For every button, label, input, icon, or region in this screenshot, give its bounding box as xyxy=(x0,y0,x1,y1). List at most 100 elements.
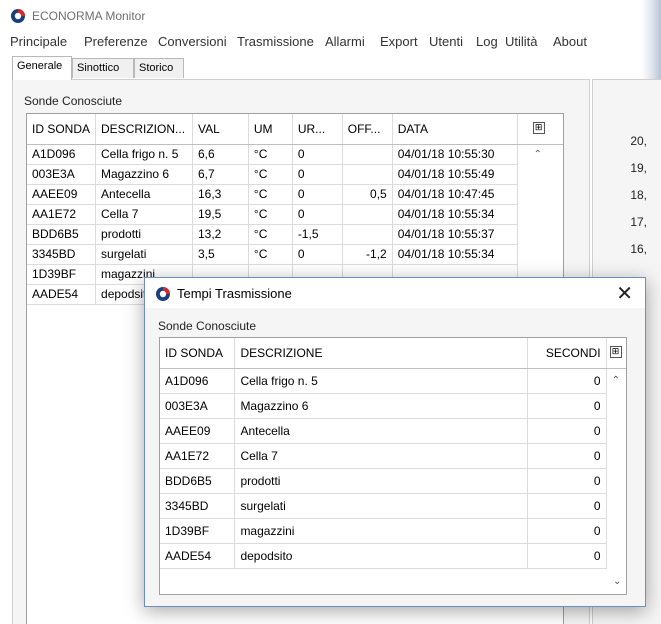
table-row[interactable]: AAEE09 Antecella 16,3 °C 0 0,5 04/01/18 … xyxy=(27,184,563,205)
econorma-logo-icon xyxy=(11,9,25,23)
cell-secondi[interactable]: 0 xyxy=(527,493,607,519)
cell-descrizione: Cella frigo n. 5 xyxy=(234,368,528,394)
cell-id: AA1E72 xyxy=(27,204,97,225)
cell-secondi[interactable]: 0 xyxy=(527,393,607,419)
scrollbar-cell xyxy=(606,518,626,543)
dialog-sonde-grid[interactable]: ID SONDA DESCRIZIONE SECONDI ⊞ A1D096 Ce… xyxy=(159,337,627,595)
table-row[interactable]: AADE54 depodsito 0 xyxy=(160,543,626,569)
cell-val: 6,6 xyxy=(192,144,249,165)
table-row[interactable]: 3345BD surgelati 3,5 °C 0 -1,2 04/01/18 … xyxy=(27,244,563,265)
table-row[interactable]: AAEE09 Antecella 0 xyxy=(160,418,626,444)
menu-principale[interactable]: Principale xyxy=(10,34,67,49)
table-row[interactable]: AA1E72 Cella 7 0 xyxy=(160,443,626,469)
column-chooser-cell[interactable]: ⊞ xyxy=(606,338,626,369)
table-row[interactable]: BDD6B5 prodotti 0 xyxy=(160,468,626,494)
group-label-sonde: Sonde Conosciute xyxy=(24,94,123,108)
col-header-offset[interactable]: OFF... xyxy=(342,114,393,145)
cell-descrizione: prodotti xyxy=(234,468,528,494)
table-row[interactable]: 3345BD surgelati 0 xyxy=(160,493,626,519)
cell-id: A1D096 xyxy=(160,368,236,394)
menu-preferenze[interactable]: Preferenze xyxy=(84,34,148,49)
cell-data: 04/01/18 10:55:34 xyxy=(392,204,518,225)
tab-storico[interactable]: Storico xyxy=(134,58,184,78)
col-header-id-sonda[interactable]: ID SONDA xyxy=(160,338,236,369)
scrollbar-cell: ⌃ xyxy=(517,144,563,164)
cell-descrizione: Magazzino 6 xyxy=(234,393,528,419)
cell-descrizione: Antecella xyxy=(234,418,528,444)
cell-offset xyxy=(342,224,393,245)
menu-export[interactable]: Export xyxy=(380,34,418,49)
dialog-sonde-table: ID SONDA DESCRIZIONE SECONDI ⊞ A1D096 Ce… xyxy=(160,338,626,569)
col-header-data[interactable]: DATA xyxy=(392,114,518,145)
title-bar: ECONORMA Monitor xyxy=(0,0,661,30)
cell-descrizione: Cella 7 xyxy=(95,204,193,225)
cell-ur: 0 xyxy=(292,204,343,225)
cell-um: °C xyxy=(248,164,293,185)
col-header-secondi[interactable]: SECONDI xyxy=(527,338,607,369)
cell-descrizione: prodotti xyxy=(95,224,193,245)
cell-val: 19,5 xyxy=(192,204,249,225)
tab-generale[interactable]: Generale xyxy=(12,56,72,80)
menu-about[interactable]: About xyxy=(553,34,587,49)
table-row[interactable]: BDD6B5 prodotti 13,2 °C -1,5 04/01/18 10… xyxy=(27,224,563,245)
cell-ur: 0 xyxy=(292,144,343,165)
menu-log[interactable]: Log xyxy=(476,34,498,49)
scroll-down-arrow-icon[interactable]: ⌄ xyxy=(613,576,621,587)
column-chooser-icon[interactable]: ⊞ xyxy=(609,346,622,358)
tempi-trasmissione-dialog: Tempi Trasmissione ✕ Sonde Conosciute ID… xyxy=(144,277,646,607)
table-row[interactable]: A1D096 Cella frigo n. 5 6,6 °C 0 04/01/1… xyxy=(27,144,563,165)
cell-secondi[interactable]: 0 xyxy=(527,518,607,544)
cell-ur: 0 xyxy=(292,164,343,185)
dialog-group-label: Sonde Conosciute xyxy=(158,319,257,333)
cell-um: °C xyxy=(248,244,293,265)
column-chooser-icon[interactable]: ⊞ xyxy=(532,122,545,134)
scroll-up-arrow-icon[interactable]: ⌃ xyxy=(612,375,620,386)
scrollbar-cell xyxy=(517,164,563,184)
table-row[interactable]: 1D39BF magazzini 0 xyxy=(160,518,626,544)
scrollbar-cell: ⌃ xyxy=(606,368,626,393)
dialog-title: Tempi Trasmissione xyxy=(177,286,292,301)
scrollbar-cell xyxy=(606,468,626,493)
scrollbar-cell xyxy=(606,418,626,443)
cell-val: 16,3 xyxy=(192,184,249,205)
cell-secondi[interactable]: 0 xyxy=(527,418,607,444)
col-header-descrizione[interactable]: DESCRIZION... xyxy=(95,114,193,145)
column-chooser-cell[interactable]: ⊞ xyxy=(517,114,563,145)
dialog-title-bar[interactable]: Tempi Trasmissione ✕ xyxy=(145,278,645,308)
menu-trasmissione[interactable]: Trasmissione xyxy=(237,34,314,49)
menu-allarmi[interactable]: Allarmi xyxy=(325,34,365,49)
cell-descrizione: Antecella xyxy=(95,184,193,205)
col-header-um[interactable]: UM xyxy=(248,114,293,145)
cell-secondi[interactable]: 0 xyxy=(527,543,607,569)
col-header-val[interactable]: VAL xyxy=(192,114,249,145)
table-row[interactable]: 003E3A Magazzino 6 0 xyxy=(160,393,626,419)
window-title: ECONORMA Monitor xyxy=(32,9,146,23)
col-header-descrizione[interactable]: DESCRIZIONE xyxy=(234,338,528,369)
tab-sinottico[interactable]: Sinottico xyxy=(72,58,134,78)
cell-id: 003E3A xyxy=(27,164,97,185)
cell-id: 3345BD xyxy=(27,244,97,265)
cell-um: °C xyxy=(248,144,293,165)
cell-val: 3,5 xyxy=(192,244,249,265)
table-row[interactable]: 003E3A Magazzino 6 6,7 °C 0 04/01/18 10:… xyxy=(27,164,563,185)
col-header-ur[interactable]: UR... xyxy=(292,114,343,145)
cell-ur: -1,5 xyxy=(292,224,343,245)
menu-utilita[interactable]: Utilità xyxy=(505,34,538,49)
cell-secondi[interactable]: 0 xyxy=(527,368,607,394)
axis-value: 19, xyxy=(630,161,647,175)
cell-um: °C xyxy=(248,224,293,245)
scrollbar-cell xyxy=(606,443,626,468)
scroll-up-arrow-icon[interactable]: ⌃ xyxy=(534,149,542,160)
menu-conversioni[interactable]: Conversioni xyxy=(158,34,227,49)
cell-data: 04/01/18 10:55:49 xyxy=(392,164,518,185)
table-row[interactable]: AA1E72 Cella 7 19,5 °C 0 04/01/18 10:55:… xyxy=(27,204,563,225)
cell-secondi[interactable]: 0 xyxy=(527,468,607,494)
cell-id: AADE54 xyxy=(27,284,97,305)
close-icon[interactable]: ✕ xyxy=(616,281,633,306)
col-header-id-sonda[interactable]: ID SONDA xyxy=(27,114,97,145)
cell-secondi[interactable]: 0 xyxy=(527,443,607,469)
menu-utenti[interactable]: Utenti xyxy=(429,34,463,49)
table-row[interactable]: A1D096 Cella frigo n. 5 0 ⌃ xyxy=(160,368,626,394)
cell-id: AA1E72 xyxy=(160,443,236,469)
cell-val: 13,2 xyxy=(192,224,249,245)
